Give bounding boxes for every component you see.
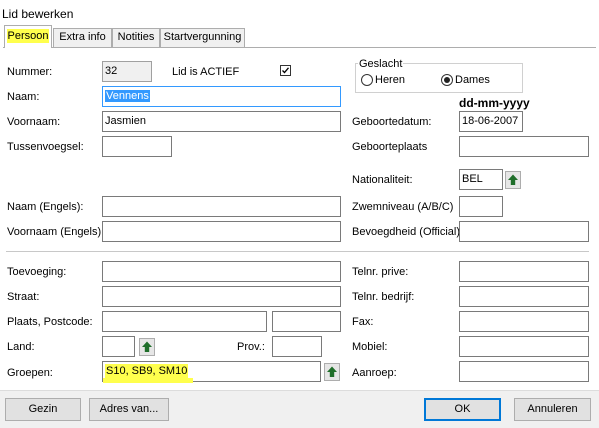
fax-label: Fax: [352, 316, 374, 328]
telnr-prive-label: Telnr. prive: [352, 266, 409, 278]
lid-actief-checkbox[interactable] [280, 65, 291, 76]
heren-label: Heren [375, 74, 405, 86]
mobiel-field[interactable] [459, 336, 589, 357]
arrow-up-icon [327, 366, 337, 377]
geboortedatum-label: Geboortedatum: [352, 116, 432, 128]
zwemniveau-field[interactable] [459, 196, 503, 217]
nationaliteit-label: Nationaliteit: [352, 174, 413, 186]
nummer-field[interactable]: 32 [102, 61, 152, 82]
voornaam-field[interactable]: Jasmien [102, 111, 341, 132]
section-divider [6, 251, 589, 252]
aanroep-field[interactable] [459, 361, 589, 382]
voornaam-engels-label: Voornaam (Engels): [7, 226, 105, 238]
nummer-label: Nummer: [7, 66, 53, 78]
voornaam-label: Voornaam: [7, 116, 61, 128]
toevoeging-label: Toevoeging: [7, 266, 67, 278]
prov-field[interactable] [272, 336, 322, 357]
naam-engels-label: Naam (Engels): [7, 201, 84, 213]
zwemniveau-label: Zwemniveau (A/B/C) [352, 201, 454, 213]
tab-persoon[interactable]: Persoon [4, 25, 52, 48]
date-format-hint: dd-mm-yyyy [459, 96, 530, 110]
geboortedatum-field[interactable]: 18-06-2007 [459, 111, 523, 132]
lid-actief-label: Lid is ACTIEF [172, 66, 240, 78]
heren-radio[interactable] [361, 74, 373, 86]
telnr-prive-field[interactable] [459, 261, 589, 282]
groepen-highlight [103, 378, 193, 383]
fax-field[interactable] [459, 311, 589, 332]
groepen-label: Groepen: [7, 367, 53, 379]
plaats-postcode-label: Plaats, Postcode: [7, 316, 93, 328]
geboorteplaats-field[interactable] [459, 136, 589, 157]
land-lookup-button[interactable] [139, 338, 155, 356]
annuleren-button[interactable]: Annuleren [514, 398, 591, 421]
geslacht-label: Geslacht [358, 57, 404, 71]
adres-van-button[interactable]: Adres van... [89, 398, 169, 421]
window-title: Lid bewerken [2, 7, 74, 21]
checkmark-icon [282, 67, 289, 74]
groepen-value: S10, SB9, SM10 [105, 364, 189, 378]
straat-label: Straat: [7, 291, 40, 303]
land-label: Land: [7, 341, 35, 353]
telnr-bedrijf-label: Telnr. bedrijf: [352, 291, 415, 303]
nationaliteit-lookup-button[interactable] [505, 171, 521, 189]
arrow-up-icon [142, 341, 152, 352]
plaats-field[interactable] [102, 311, 267, 332]
gezin-button[interactable]: Gezin [5, 398, 81, 421]
aanroep-label: Aanroep: [352, 367, 397, 379]
toevoeging-field[interactable] [102, 261, 341, 282]
tussenvoegsel-field[interactable] [102, 136, 172, 157]
postcode-field[interactable] [272, 311, 341, 332]
bevoegdheid-label: Bevoegdheid (Official) [352, 226, 461, 238]
groepen-lookup-button[interactable] [324, 363, 340, 381]
straat-field[interactable] [102, 286, 341, 307]
nationaliteit-field[interactable]: BEL [459, 169, 503, 190]
tab-startvergunning[interactable]: Startvergunning [160, 28, 245, 47]
land-field[interactable] [102, 336, 135, 357]
tab-strip-border [3, 47, 596, 48]
naam-engels-field[interactable] [102, 196, 341, 217]
naam-field[interactable]: Vennens [102, 86, 341, 107]
tussenvoegsel-label: Tussenvoegsel: [7, 141, 84, 153]
dames-radio[interactable] [441, 74, 453, 86]
voornaam-engels-field[interactable] [102, 221, 341, 242]
tab-extra-info[interactable]: Extra info [53, 28, 112, 47]
dames-label: Dames [455, 74, 490, 86]
ok-button[interactable]: OK [424, 398, 501, 421]
naam-label: Naam: [7, 91, 40, 103]
mobiel-label: Mobiel: [352, 341, 388, 353]
arrow-up-icon [508, 174, 518, 185]
geboorteplaats-label: Geboorteplaats [352, 141, 428, 153]
prov-label: Prov.: [237, 341, 265, 353]
naam-value: Vennens [105, 90, 150, 102]
bevoegdheid-field[interactable] [459, 221, 589, 242]
telnr-bedrijf-field[interactable] [459, 286, 589, 307]
tab-notities[interactable]: Notities [112, 28, 160, 47]
